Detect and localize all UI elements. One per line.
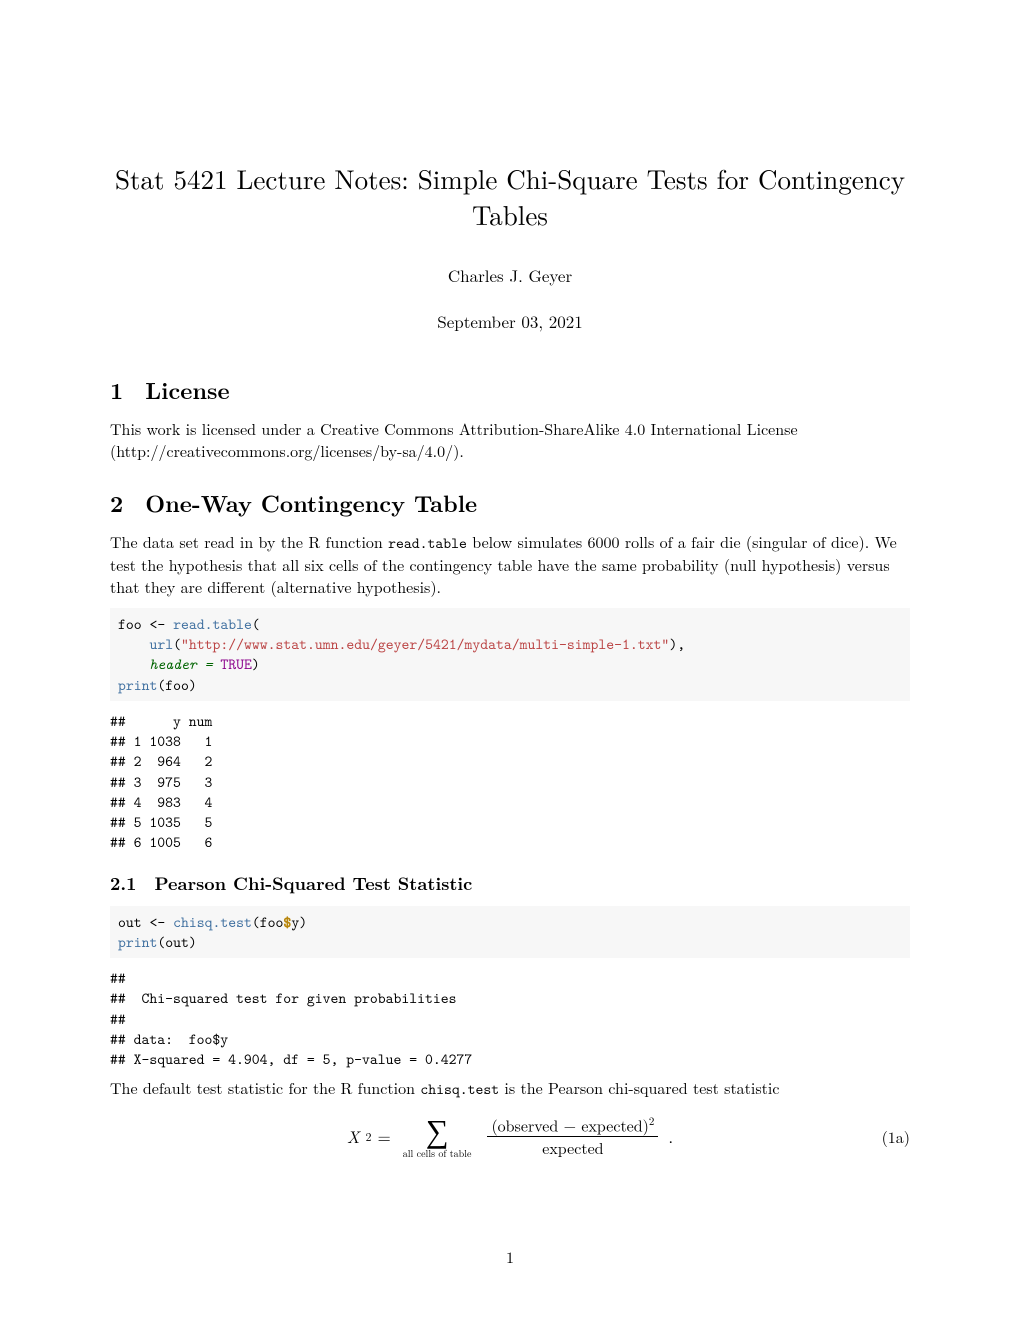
code: ), bbox=[669, 634, 685, 654]
code: read.table bbox=[173, 614, 252, 634]
section-number: 1 bbox=[110, 373, 123, 406]
eq-exp: 2 bbox=[366, 1128, 372, 1145]
code: header = bbox=[150, 654, 213, 674]
code: ) bbox=[252, 654, 260, 674]
document-title: Stat 5421 Lecture Notes: Simple Chi-Squa… bbox=[110, 160, 910, 233]
equation-label: (1a) bbox=[673, 1125, 910, 1148]
equation-1a: X2 = ∑ all cells of table (observed − ex… bbox=[110, 1114, 910, 1158]
code: "http://www.stat.umn.edu/geyer/5421/myda… bbox=[181, 634, 669, 654]
license-link[interactable]: http://creativecommons.org/licenses/by-s… bbox=[116, 439, 453, 462]
numerator: (observed − expected)2 bbox=[487, 1116, 658, 1137]
text: is the Pearson chi-squared test statisti… bbox=[499, 1076, 779, 1099]
text: ). bbox=[453, 439, 464, 462]
intro-paragraph: The data set read in by the R function r… bbox=[110, 531, 910, 598]
summation: ∑ all cells of table bbox=[403, 1114, 472, 1158]
eq-equals: = bbox=[378, 1124, 391, 1148]
fraction: (observed − expected)2 expected bbox=[487, 1116, 658, 1157]
section-title: License bbox=[145, 373, 229, 406]
code: y) bbox=[291, 912, 307, 932]
code: chisq.test bbox=[173, 912, 252, 932]
code: (foo bbox=[252, 912, 284, 932]
code: print bbox=[118, 675, 157, 695]
subsection-number: 2.1 bbox=[110, 871, 136, 896]
author: Charles J. Geyer bbox=[110, 263, 910, 287]
page-number: 1 bbox=[0, 1245, 1020, 1268]
text: The data set read in by the R function bbox=[110, 530, 388, 553]
code: url bbox=[150, 634, 174, 654]
equation-body: X2 = ∑ all cells of table (observed − ex… bbox=[347, 1114, 673, 1158]
section-2-heading: 2 One-Way Contingency Table bbox=[110, 486, 910, 519]
sum-subscript: all cells of table bbox=[403, 1148, 472, 1158]
subsection-title: Pearson Chi-Squared Test Statistic bbox=[154, 871, 472, 896]
denominator: expected bbox=[542, 1137, 603, 1157]
stat-paragraph: The default test statistic for the R fun… bbox=[110, 1077, 910, 1100]
code: (foo) bbox=[157, 675, 196, 695]
code: (out) bbox=[157, 932, 196, 952]
output-block-1: ## y num ## 1 1038 1 ## 2 964 2 ## 3 975… bbox=[110, 711, 910, 853]
code-block-1: foo <- read.table( url("http://www.stat.… bbox=[110, 608, 910, 701]
code: print bbox=[118, 932, 157, 952]
inline-code: chisq.test bbox=[420, 1079, 499, 1099]
text: The default test statistic for the R fun… bbox=[110, 1076, 420, 1099]
section-number: 2 bbox=[110, 486, 123, 519]
code bbox=[118, 654, 150, 674]
section-title: One-Way Contingency Table bbox=[145, 486, 477, 519]
output-block-2: ## ## Chi-squared test for given probabi… bbox=[110, 968, 910, 1069]
date: September 03, 2021 bbox=[110, 309, 910, 333]
page: Stat 5421 Lecture Notes: Simple Chi-Squa… bbox=[0, 0, 1020, 1320]
sigma-icon: ∑ bbox=[426, 1114, 449, 1146]
subsection-2-1-heading: 2.1 Pearson Chi-Squared Test Statistic bbox=[110, 871, 910, 896]
code: ( bbox=[252, 614, 260, 634]
text: 2 bbox=[649, 1114, 655, 1129]
code-block-2: out <- chisq.test(foo$y) print(out) bbox=[110, 906, 910, 959]
code: foo <- bbox=[118, 614, 173, 634]
eq-lhs: X bbox=[347, 1124, 360, 1148]
license-paragraph: This work is licensed under a Creative C… bbox=[110, 418, 910, 462]
code: out <- bbox=[118, 912, 173, 932]
code: TRUE bbox=[213, 654, 252, 674]
code bbox=[118, 634, 150, 654]
code: ( bbox=[173, 634, 181, 654]
section-1-heading: 1 License bbox=[110, 373, 910, 406]
inline-code: read.table bbox=[388, 533, 467, 553]
text: (observed − expected) bbox=[491, 1113, 648, 1136]
